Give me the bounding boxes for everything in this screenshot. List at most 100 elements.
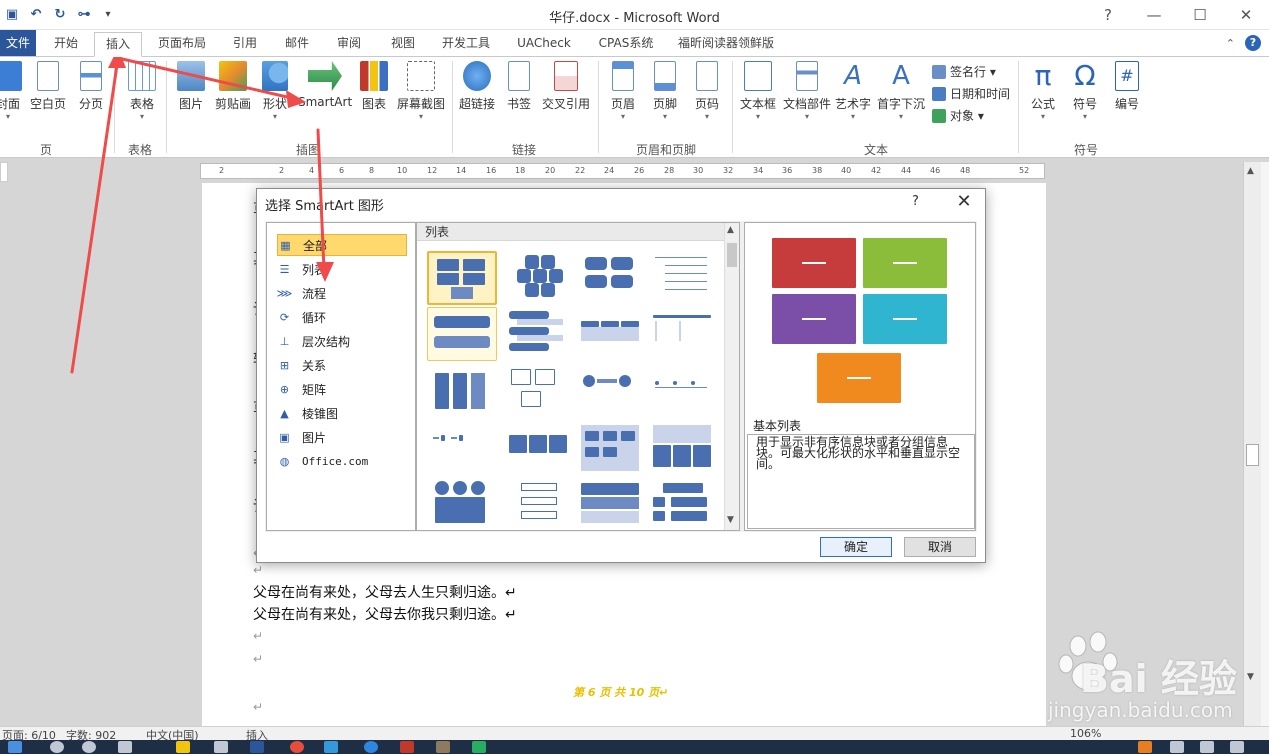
app-icon[interactable] xyxy=(436,741,450,753)
tab-review[interactable]: 审阅 xyxy=(328,30,370,56)
start-icon[interactable] xyxy=(8,741,22,753)
search-icon[interactable] xyxy=(50,741,64,753)
layout-dot-list[interactable] xyxy=(649,367,719,421)
layout-table-list[interactable] xyxy=(649,423,719,477)
page-break-button[interactable]: 分页 xyxy=(74,61,108,112)
ie-icon[interactable] xyxy=(364,741,378,753)
layout-hexagon-cluster[interactable] xyxy=(505,251,575,305)
layout-vertical-bullet-list[interactable] xyxy=(427,307,497,361)
search-app-icon[interactable] xyxy=(214,741,228,753)
minimize-icon[interactable]: — xyxy=(1131,0,1177,30)
ppt-icon[interactable] xyxy=(400,741,414,753)
wordart-button[interactable]: A 艺术字 ▾ xyxy=(834,61,872,122)
layout-rounded-blocks[interactable] xyxy=(577,251,647,305)
tab-view[interactable]: 视图 xyxy=(382,30,424,56)
category-pyramid[interactable]: ▲ 棱锥图 xyxy=(277,402,407,424)
table-button[interactable]: 表格 ▾ xyxy=(122,61,162,122)
textbox-button[interactable]: 文本框 ▾ xyxy=(738,61,778,122)
clipart-button[interactable]: 剪贴画 xyxy=(212,61,254,112)
category-hierarchy[interactable]: ⊥ 层次结构 xyxy=(277,330,407,352)
quick-parts-button[interactable]: 文档部件 ▾ xyxy=(782,61,832,122)
dialog-close-button[interactable]: ✕ xyxy=(954,191,974,212)
gallery-scroll-up-icon[interactable]: ▲ xyxy=(727,225,734,235)
help-icon[interactable]: ? xyxy=(1245,35,1261,51)
layout-basic-block-list[interactable] xyxy=(427,251,497,305)
tray-icon[interactable] xyxy=(1138,741,1152,753)
browser-icon[interactable] xyxy=(290,741,304,753)
scroll-down-icon[interactable]: ▼ xyxy=(1247,672,1254,682)
numbering-button[interactable]: # 编号 xyxy=(1110,61,1144,112)
layout-circle-columns[interactable] xyxy=(427,479,497,533)
layout-lined-list[interactable] xyxy=(649,251,719,305)
layout-grouped-list[interactable] xyxy=(577,423,647,477)
close-icon[interactable]: ✕ xyxy=(1223,0,1269,30)
page-number-button[interactable]: 页码 ▾ xyxy=(692,61,722,122)
maximize-icon[interactable]: ☐ xyxy=(1177,0,1223,30)
smartart-button[interactable]: SmartArt xyxy=(298,61,352,109)
tab-foxit[interactable]: 福昕阅读器领鲜版 xyxy=(670,30,782,56)
wechat-icon[interactable] xyxy=(472,741,486,753)
category-cycle[interactable]: ⟳ 循环 xyxy=(277,306,407,328)
tab-cpas[interactable]: CPAS系统 xyxy=(590,30,662,56)
screenshot-button[interactable]: 屏幕截图 ▾ xyxy=(396,61,446,122)
tray-icon[interactable] xyxy=(1200,741,1214,753)
layout-circle-list[interactable] xyxy=(577,367,647,421)
object-button[interactable]: 对象 ▾ xyxy=(932,107,984,124)
explorer-icon[interactable] xyxy=(176,741,190,753)
layout-picture-blocks[interactable] xyxy=(505,367,575,421)
cover-page-button[interactable]: 封面 ▾ xyxy=(0,61,22,122)
collapse-ribbon-icon[interactable]: ⌃ xyxy=(1226,37,1235,50)
tab-insert[interactable]: 插入 xyxy=(94,32,142,57)
scroll-up-icon[interactable]: ▲ xyxy=(1247,166,1254,176)
tab-references[interactable]: 引用 xyxy=(224,30,266,56)
layout-vertical-columns[interactable] xyxy=(427,367,497,421)
player-icon[interactable] xyxy=(324,741,338,753)
header-button[interactable]: 页眉 ▾ xyxy=(608,61,638,122)
layout-segmented-list[interactable] xyxy=(577,479,647,533)
drop-cap-button[interactable]: A 首字下沉 ▾ xyxy=(876,61,926,122)
cross-reference-button[interactable]: 交叉引用 xyxy=(542,61,590,112)
gallery-scroll-down-icon[interactable]: ▼ xyxy=(727,515,734,525)
shapes-button[interactable]: 形状 ▾ xyxy=(258,61,292,122)
tab-mailings[interactable]: 邮件 xyxy=(276,30,318,56)
layout-bracket-list[interactable] xyxy=(505,479,575,533)
cortana-icon[interactable] xyxy=(82,741,96,753)
bookmark-button[interactable]: 书签 xyxy=(504,61,534,112)
layout-horizontal-list[interactable] xyxy=(577,307,647,361)
tab-file[interactable]: 文件 xyxy=(0,30,36,56)
category-picture[interactable]: ▣ 图片 xyxy=(277,426,407,448)
layout-horizontal-bullet-list[interactable] xyxy=(505,423,575,477)
layout-trapezoid-list[interactable] xyxy=(427,423,497,477)
tray-icon[interactable] xyxy=(1170,741,1184,753)
scroll-thumb[interactable] xyxy=(1246,444,1259,466)
tab-page-layout[interactable]: 页面布局 xyxy=(150,30,214,56)
category-relationship[interactable]: ⊞ 关系 xyxy=(277,354,407,376)
category-process[interactable]: ⋙ 流程 xyxy=(277,282,407,304)
layout-split-list[interactable] xyxy=(649,479,719,533)
horizontal-ruler[interactable]: 2 2 4 6 8 10 12 14 16 18 20 22 24 26 28 … xyxy=(200,163,1045,179)
vertical-scrollbar[interactable]: ▲ ▼ xyxy=(1243,162,1261,726)
chart-button[interactable]: 图表 xyxy=(358,61,390,112)
task-view-icon[interactable] xyxy=(118,741,132,753)
hyperlink-button[interactable]: 超链接 xyxy=(458,61,496,112)
category-office-com[interactable]: ◍ Office.com xyxy=(277,450,407,472)
status-zoom[interactable]: 106% xyxy=(1070,727,1101,740)
ok-button[interactable]: 确定 xyxy=(820,537,892,557)
footer-button[interactable]: 页脚 ▾ xyxy=(650,61,680,122)
help-window-icon[interactable]: ? xyxy=(1085,0,1131,30)
date-time-button[interactable]: 日期和时间 xyxy=(932,85,1010,102)
layout-timeline-list[interactable] xyxy=(649,307,719,361)
tray-icon[interactable] xyxy=(1230,741,1244,753)
gallery-scrollbar[interactable]: ▲ ▼ xyxy=(724,223,739,530)
equation-button[interactable]: π 公式 ▾ xyxy=(1026,61,1060,122)
category-list-item[interactable]: ☰ 列表 xyxy=(277,258,407,280)
cancel-button[interactable]: 取消 xyxy=(904,537,976,557)
gallery-scroll-thumb[interactable] xyxy=(727,243,737,267)
picture-button[interactable]: 图片 xyxy=(174,61,208,112)
word-icon[interactable] xyxy=(250,741,264,753)
signature-line-button[interactable]: 签名行 ▾ xyxy=(932,63,996,80)
dialog-help-button[interactable]: ? xyxy=(912,194,919,209)
category-matrix[interactable]: ⊕ 矩阵 xyxy=(277,378,407,400)
layout-stacked-list[interactable] xyxy=(505,307,575,361)
blank-page-button[interactable]: 空白页 xyxy=(28,61,68,112)
